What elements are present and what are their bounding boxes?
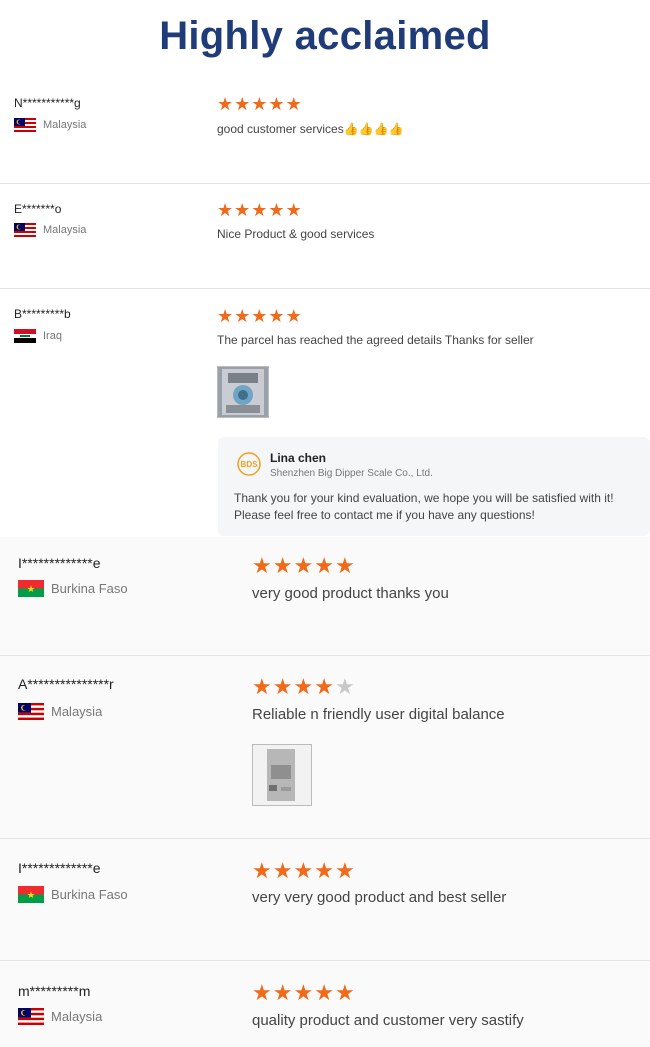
page-title: Highly acclaimed — [159, 14, 491, 58]
divider — [0, 838, 650, 839]
seller-reply-line: Please feel free to contact me if you ha… — [234, 508, 535, 522]
malaysia-flag-icon — [18, 1008, 44, 1025]
reviewer-name: E*******o — [14, 202, 62, 216]
star-icon: ★ — [334, 858, 356, 883]
country-label: Malaysia — [43, 224, 87, 236]
reviewer-country: Burkina Faso — [18, 886, 128, 903]
star-icon: ★ — [293, 980, 315, 1005]
svg-text:BDS: BDS — [241, 460, 259, 469]
malaysia-flag-icon — [14, 223, 36, 237]
star-icon: ★ — [217, 306, 235, 326]
star-icon: ★ — [252, 980, 273, 1005]
country-label: Malaysia — [51, 704, 103, 719]
star-icon: ★ — [272, 980, 294, 1005]
reviewer-name: A***************r — [18, 676, 114, 692]
review-text: The parcel has reached the agreed detail… — [217, 333, 534, 347]
seller-name: Lina chen — [270, 451, 327, 465]
star-rating: ★★★★★ — [252, 980, 356, 1006]
star-icon: ★ — [314, 553, 335, 578]
star-icon: ★ — [272, 553, 294, 578]
country-label: Malaysia — [51, 1009, 103, 1024]
star-icon: ★ — [293, 858, 315, 883]
reviewer-country: Malaysia — [14, 223, 86, 237]
divider — [0, 655, 650, 656]
star-icon: ★ — [234, 306, 252, 326]
star-icon: ★ — [268, 200, 286, 220]
star-rating: ★★★★★ — [252, 553, 356, 579]
country-label: Burkina Faso — [51, 887, 128, 902]
reviewer-name: I*************e — [18, 860, 101, 876]
star-icon: ★ — [217, 200, 235, 220]
review-text: good customer services👍👍👍👍 — [217, 122, 404, 136]
star-icon: ★ — [293, 553, 315, 578]
star-icon: ★ — [272, 858, 294, 883]
star-icon: ★ — [334, 980, 356, 1005]
reviewer-country: Malaysia — [18, 1008, 102, 1025]
star-icon: ★ — [251, 306, 269, 326]
reviewer-country: Burkina Faso — [18, 580, 128, 597]
reviewer-name: N***********g — [14, 96, 81, 110]
seller-company: Shenzhen Big Dipper Scale Co., Ltd. — [270, 468, 433, 479]
seller-reply-line: Thank you for your kind evaluation, we h… — [234, 491, 614, 505]
star-icon: ★ — [252, 674, 273, 699]
star-icon: ★ — [234, 200, 252, 220]
malaysia-flag-icon — [18, 703, 44, 720]
star-icon: ★ — [251, 94, 269, 114]
star-icon: ★ — [285, 306, 303, 326]
reviewer-name: m*********m — [18, 983, 91, 999]
star-empty-icon: ★ — [334, 674, 356, 699]
star-icon: ★ — [268, 94, 286, 114]
reviewer-country: Malaysia — [18, 703, 102, 720]
seller-logo-icon: BDS — [234, 451, 264, 482]
star-icon: ★ — [314, 858, 335, 883]
malaysia-flag-icon — [14, 118, 36, 132]
reviewer-name: B*********b — [14, 307, 71, 321]
star-icon: ★ — [285, 200, 303, 220]
star-rating: ★★★★★ — [252, 674, 356, 700]
seller-reply-card: BDS Lina chen Shenzhen Big Dipper Scale … — [218, 437, 650, 536]
star-icon: ★ — [251, 200, 269, 220]
country-label: Burkina Faso — [51, 581, 128, 596]
star-icon: ★ — [252, 553, 273, 578]
review-photo[interactable] — [252, 744, 312, 806]
star-icon: ★ — [272, 674, 294, 699]
star-icon: ★ — [252, 858, 273, 883]
star-rating: ★★★★★ — [217, 306, 303, 327]
review-photo[interactable] — [217, 366, 269, 418]
burkina-faso-flag-icon — [18, 580, 44, 597]
star-icon: ★ — [217, 94, 235, 114]
star-icon: ★ — [268, 306, 286, 326]
review-text: quality product and customer very sastif… — [252, 1012, 524, 1029]
iraq-flag-icon — [14, 329, 36, 343]
star-icon: ★ — [234, 94, 252, 114]
divider — [0, 288, 650, 289]
review-text: Reliable n friendly user digital balance — [252, 706, 505, 723]
star-icon: ★ — [314, 980, 335, 1005]
star-rating: ★★★★★ — [252, 858, 356, 884]
divider — [0, 960, 650, 961]
star-rating: ★★★★★ — [217, 200, 303, 221]
divider — [0, 183, 650, 184]
country-label: Iraq — [43, 330, 62, 342]
country-label: Malaysia — [43, 119, 87, 131]
star-icon: ★ — [334, 553, 356, 578]
review-text: very very good product and best seller — [252, 889, 507, 906]
review-text: Nice Product & good services — [217, 227, 375, 241]
reviews-section-lower — [0, 537, 650, 1047]
reviewer-name: I*************e — [18, 555, 101, 571]
burkina-faso-flag-icon — [18, 886, 44, 903]
star-rating: ★★★★★ — [217, 94, 303, 115]
star-icon: ★ — [293, 674, 315, 699]
star-icon: ★ — [314, 674, 335, 699]
reviewer-country: Iraq — [14, 329, 62, 343]
star-icon: ★ — [285, 94, 303, 114]
reviewer-country: Malaysia — [14, 118, 86, 132]
review-text: very good product thanks you — [252, 585, 449, 602]
